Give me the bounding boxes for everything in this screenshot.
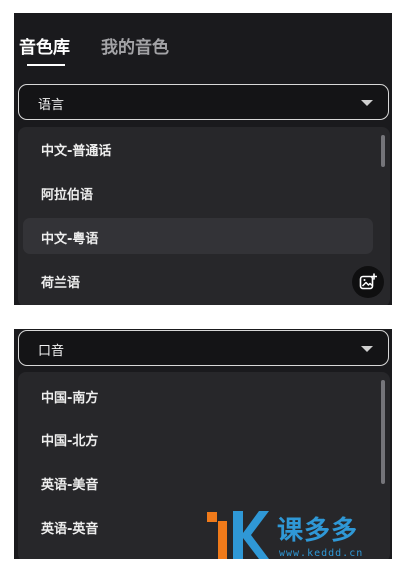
language-option[interactable]: 荷兰语 [23,262,373,298]
caret-down-icon [361,100,373,106]
option-label: 中国-南方 [41,391,99,406]
option-label: 中文-粤语 [41,232,99,247]
option-label: 中文-普通话 [41,144,112,159]
option-label: 英语-美音 [41,478,99,493]
caret-down-icon [361,346,373,352]
language-dropdown: 中文-普通话 阿拉伯语 中文-粤语 荷兰语 [18,127,390,305]
image-add-button[interactable] [352,266,384,298]
language-option[interactable]: 中文-粤语 [23,218,373,254]
tab-voice-library[interactable]: 音色库 [19,33,70,58]
option-label: 荷兰语 [41,276,81,291]
option-label: 英语-英音 [41,522,99,537]
dropdown-scrollbar[interactable] [381,380,385,484]
accent-select-label: 口音 [38,344,65,359]
language-option[interactable]: 中文-普通话 [23,130,373,166]
option-label: 中国-北方 [41,434,99,449]
accent-select[interactable]: 口音 [18,330,389,366]
watermark-text: 课多多 [277,516,359,546]
active-tab-indicator [27,64,65,66]
watermark: 课多多 www.keddd.cn [205,505,405,563]
voice-library-panel: 音色库 我的音色 语言 中文-普通话 阿拉伯语 中文-粤语 荷兰语 [14,13,392,305]
language-option[interactable]: 阿拉伯语 [23,174,373,210]
language-select-label: 语言 [38,98,65,113]
tab-bar: 音色库 我的音色 [14,13,392,83]
accent-option[interactable]: 中国-北方 [23,420,373,456]
image-add-icon [359,273,377,290]
dropdown-scrollbar[interactable] [381,135,385,167]
tab-my-voices[interactable]: 我的音色 [101,33,169,58]
watermark-url: www.keddd.cn [279,548,364,559]
option-label: 阿拉伯语 [41,188,94,203]
language-select[interactable]: 语言 [18,84,389,120]
accent-option[interactable]: 中国-南方 [23,377,373,413]
accent-option[interactable]: 英语-美音 [23,464,373,500]
watermark-logo-icon [207,511,269,559]
